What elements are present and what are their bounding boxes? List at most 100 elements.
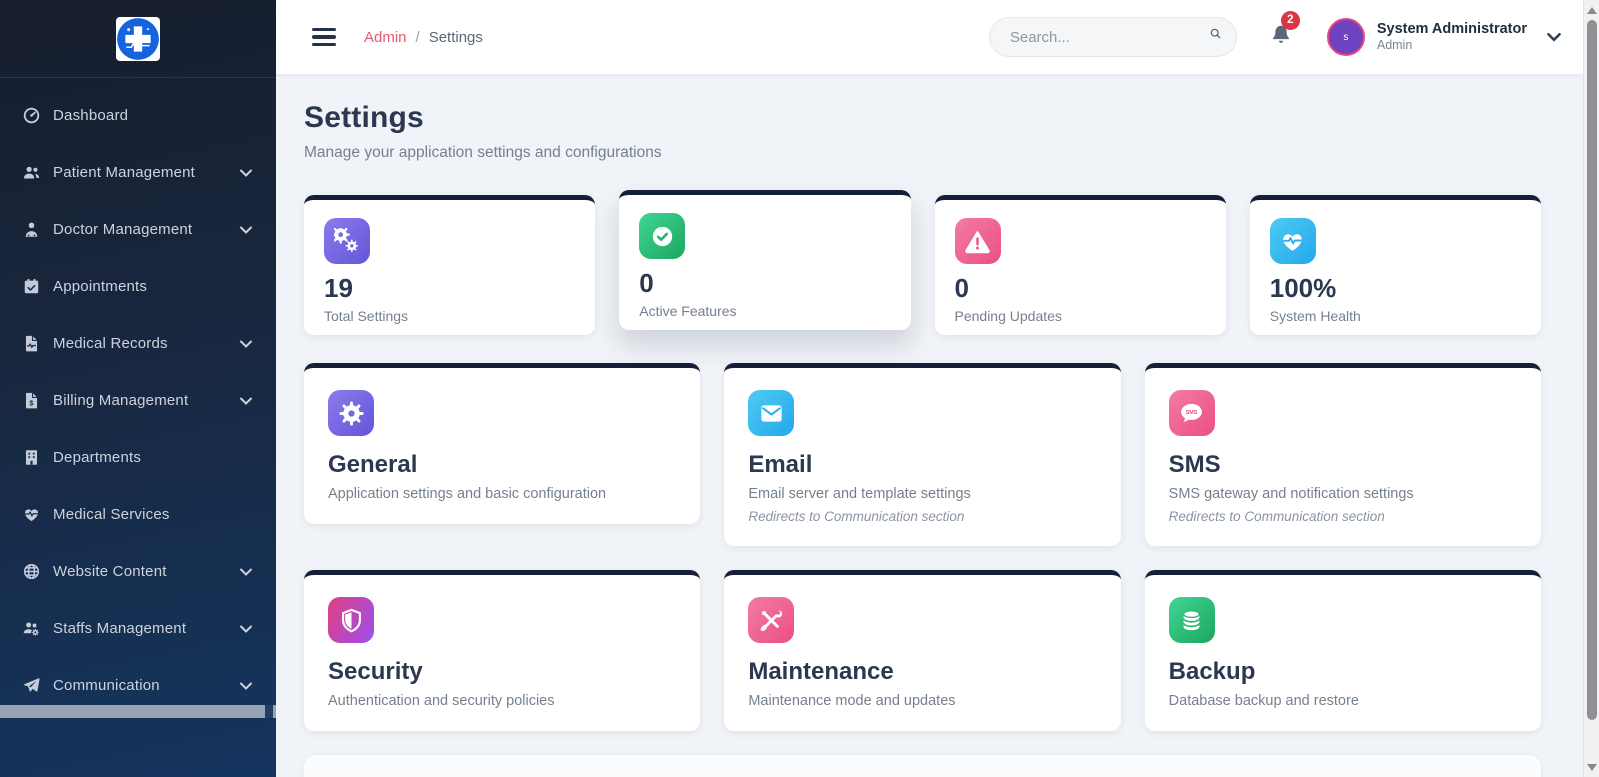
- stat-card-pending-updates: 0 Pending Updates: [934, 195, 1226, 335]
- building-icon: [20, 447, 42, 469]
- notifications-button[interactable]: 2: [1269, 10, 1300, 52]
- calendar-check-icon: [20, 276, 42, 298]
- sidebar-item-medical-records[interactable]: Medical Records: [0, 315, 276, 372]
- envelope-icon: [748, 390, 795, 436]
- sidebar-item-staffs-management[interactable]: Staffs Management: [0, 600, 276, 657]
- sidebar-scrollbar-thumb[interactable]: [0, 705, 265, 718]
- svg-text:SMS: SMS: [1186, 409, 1198, 415]
- category-title: Email: [748, 451, 813, 478]
- stat-value: 0: [954, 273, 969, 303]
- user-name: System Administrator: [1376, 21, 1527, 38]
- category-title: Security: [328, 658, 423, 685]
- sidebar-item-billing-management[interactable]: $ Billing Management: [0, 372, 276, 429]
- category-description: Database backup and restore: [1168, 693, 1359, 709]
- stat-label: System Health: [1269, 308, 1361, 324]
- gear-icon: [328, 390, 374, 436]
- sidebar-item-label: Communication: [53, 677, 160, 694]
- chevron-down-icon: [238, 336, 254, 352]
- sidebar-item-label: Staffs Management: [53, 620, 187, 637]
- sidebar-item-website-content[interactable]: Website Content: [0, 543, 276, 600]
- sidebar-item-label: Doctor Management: [53, 221, 193, 238]
- page-subtitle: Manage your application settings and con…: [304, 144, 662, 161]
- chevron-down-icon: [238, 564, 254, 580]
- heart-pulse-icon: [20, 504, 42, 526]
- avatar: s: [1326, 18, 1365, 56]
- shield-icon: [328, 597, 374, 643]
- chevron-down-icon: [238, 621, 254, 637]
- page-vertical-scrollbar[interactable]: [1583, 0, 1599, 777]
- user-role: Admin: [1376, 38, 1413, 53]
- chevron-down-icon: [238, 393, 254, 409]
- users-gear-icon: [20, 618, 42, 640]
- chevron-down-icon: [238, 678, 254, 694]
- top-bar: Admin / Settings 2 s Syst: [276, 0, 1599, 75]
- settings-card-security[interactable]: Security Authentication and security pol…: [304, 570, 701, 731]
- sidebar-item-departments[interactable]: Departments: [0, 429, 276, 486]
- stat-value: 19: [324, 273, 353, 303]
- chevron-down-icon: [238, 222, 254, 238]
- sidebar-item-patient-management[interactable]: Patient Management: [0, 144, 276, 201]
- scrollbar-down-arrow[interactable]: [1584, 759, 1599, 775]
- breadcrumb-admin-link[interactable]: Admin: [364, 29, 407, 46]
- category-title: Backup: [1168, 658, 1256, 685]
- main-column: Admin / Settings 2 s Syst: [276, 0, 1599, 777]
- page-title: Settings: [304, 101, 424, 134]
- stat-label: Active Features: [639, 303, 737, 319]
- sidebar-item-label: Departments: [53, 449, 142, 466]
- user-menu[interactable]: s System Administrator Admin: [1326, 18, 1563, 56]
- stats-row: 19 Total Settings 0 Active Features 0 Pe…: [304, 190, 1541, 335]
- stat-value: 0: [639, 268, 654, 298]
- settings-categories: General Application settings and basic c…: [304, 363, 1541, 731]
- file-invoice-dollar-icon: $: [20, 390, 42, 412]
- sidebar-item-doctor-management[interactable]: Doctor Management: [0, 201, 276, 258]
- category-description: Application settings and basic configura…: [328, 486, 607, 502]
- sidebar-item-medical-services[interactable]: Medical Services: [0, 486, 276, 543]
- users-icon: [20, 162, 42, 184]
- search-input[interactable]: [1009, 28, 1209, 46]
- sidebar-menu: Dashboard Patient Management Doctor Mana…: [0, 78, 276, 714]
- globe-icon: [20, 561, 42, 583]
- paper-plane-icon: [20, 675, 42, 697]
- content-area: Settings Manage your application setting…: [276, 75, 1599, 777]
- settings-card-sms[interactable]: SMS SMS SMS gateway and notification set…: [1144, 363, 1541, 546]
- doctor-icon: [20, 219, 42, 241]
- gears-icon: [324, 218, 370, 264]
- sidebar-item-appointments[interactable]: Appointments: [0, 258, 276, 315]
- scrollbar-up-arrow[interactable]: [1584, 2, 1599, 18]
- settings-card-email[interactable]: Email Email server and template settings…: [724, 363, 1121, 546]
- sidebar-item-label: Patient Management: [53, 164, 196, 181]
- category-note: Redirects to Communication section: [748, 509, 965, 524]
- stat-value: 100%: [1269, 273, 1337, 303]
- circle-check-icon: [639, 213, 686, 259]
- category-title: Maintenance: [748, 658, 894, 685]
- notification-count-badge: 2: [1280, 10, 1300, 30]
- breadcrumb-current: Settings: [428, 28, 483, 46]
- search-icon[interactable]: [1209, 27, 1222, 47]
- next-section-card-partial: [304, 755, 1541, 777]
- sidebar-item-label: Dashboard: [53, 107, 129, 124]
- stat-card-active-features: 0 Active Features: [619, 190, 911, 330]
- tools-icon: [748, 597, 795, 643]
- category-description: Email server and template settings: [748, 486, 971, 502]
- category-description: SMS gateway and notification settings: [1168, 486, 1414, 502]
- sidebar-logo-area: [0, 0, 276, 78]
- scrollbar-thumb[interactable]: [1587, 20, 1597, 720]
- database-icon: [1168, 597, 1215, 643]
- topbar-right: 2 s System Administrator Admin: [988, 10, 1563, 57]
- sidebar-horizontal-scrollbar[interactable]: [0, 705, 276, 718]
- heart-pulse-icon: [1269, 218, 1316, 264]
- stat-card-system-health: 100% System Health: [1249, 195, 1541, 335]
- category-title: SMS: [1168, 451, 1221, 478]
- breadcrumb-separator: /: [415, 28, 420, 46]
- sidebar-toggle-button[interactable]: [312, 28, 336, 46]
- category-note: Redirects to Communication section: [1168, 509, 1385, 524]
- category-description: Maintenance mode and updates: [748, 693, 956, 709]
- settings-card-general[interactable]: General Application settings and basic c…: [304, 363, 701, 524]
- stat-label: Total Settings: [324, 308, 409, 324]
- settings-card-maintenance[interactable]: Maintenance Maintenance mode and updates: [724, 570, 1121, 731]
- sidebar-item-dashboard[interactable]: Dashboard: [0, 87, 276, 144]
- app-window: Dashboard Patient Management Doctor Mana…: [0, 0, 1599, 777]
- sms-bubble-icon: SMS: [1168, 390, 1215, 436]
- settings-card-backup[interactable]: Backup Database backup and restore: [1144, 570, 1541, 731]
- hospital-logo[interactable]: [116, 16, 160, 61]
